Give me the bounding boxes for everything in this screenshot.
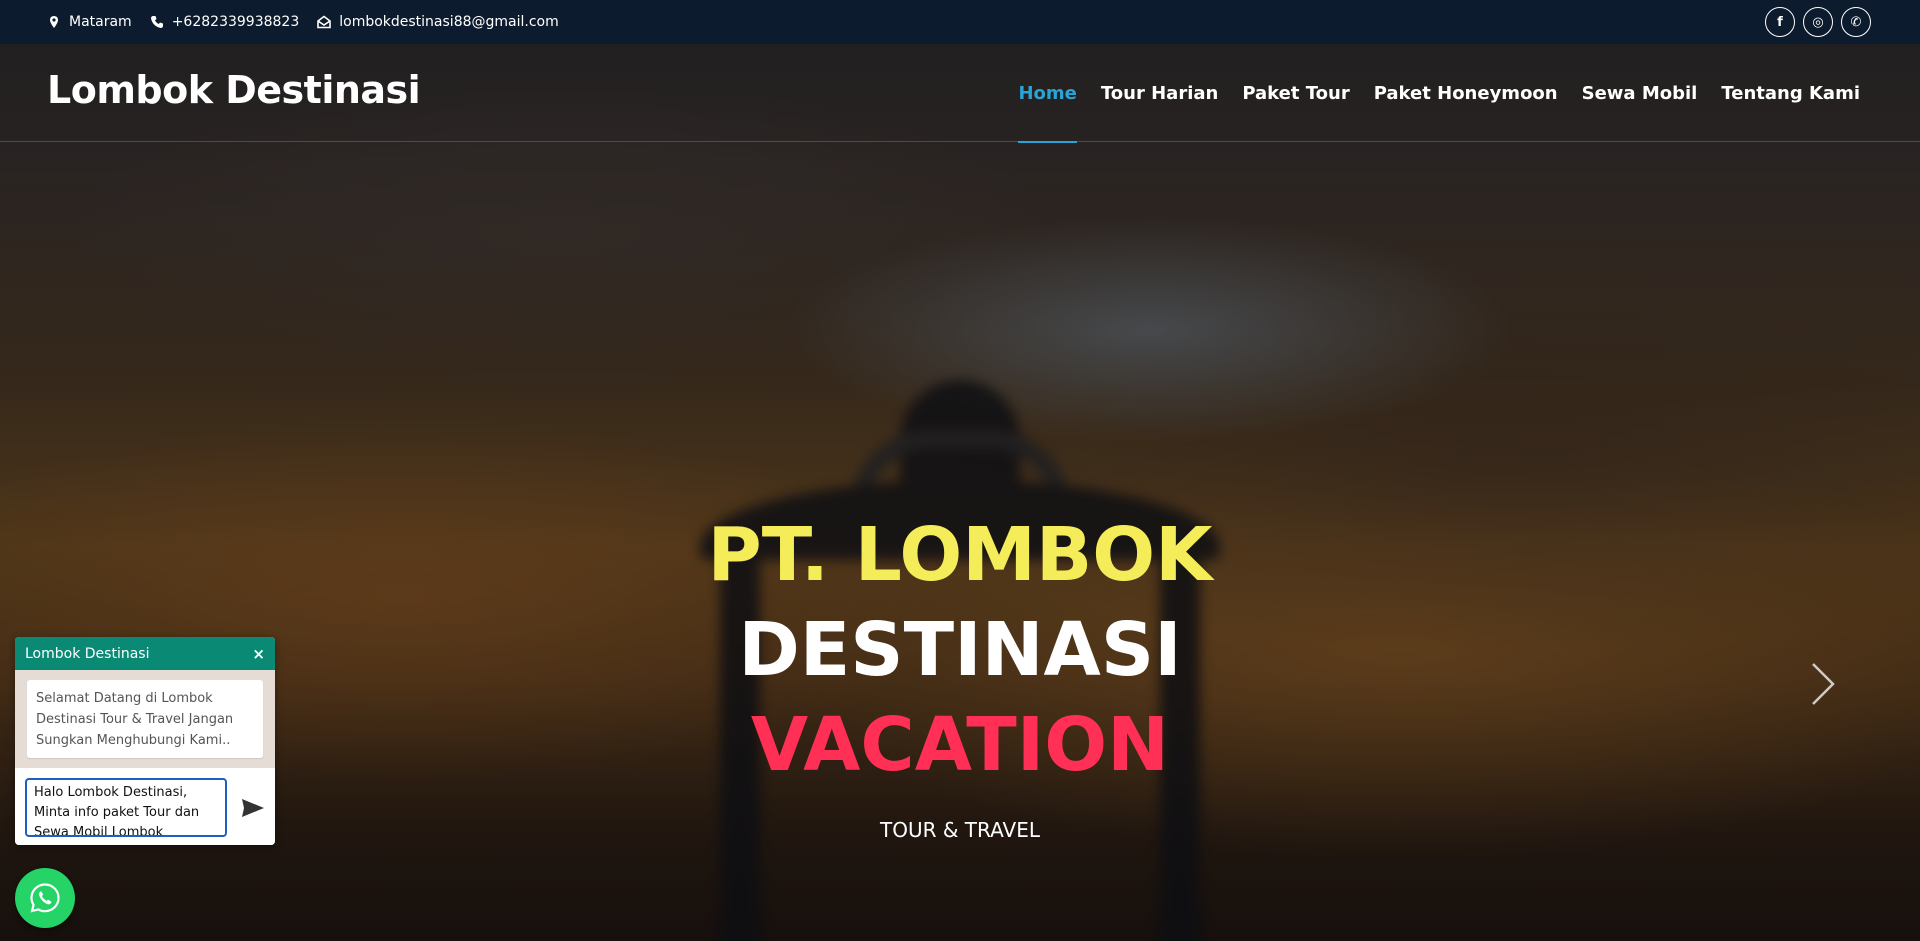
email-text[interactable]: lombokdestinasi88@gmail.com [339, 14, 559, 30]
nav-item-tour-harian[interactable]: Tour Harian [1089, 44, 1230, 142]
location-text: Mataram [69, 14, 132, 30]
nav-item-paket-tour[interactable]: Paket Tour [1230, 44, 1361, 142]
phone-icon [150, 16, 163, 28]
hero-title-line-2: DESTINASI [738, 607, 1182, 693]
whatsapp-float-button[interactable] [15, 868, 75, 928]
hero-subtitle: TOUR & TRAVEL [880, 818, 1040, 842]
nav-item-tentang-kami[interactable]: Tentang Kami [1709, 44, 1872, 142]
chat-title: Lombok Destinasi [25, 645, 150, 662]
hero-title-line-1: PT. LOMBOK [707, 512, 1213, 598]
email-item[interactable]: lombokdestinasi88@gmail.com [317, 14, 559, 30]
whatsapp-icon [30, 883, 60, 913]
nav-menu: Home Tour Harian Paket Tour Paket Honeym… [1006, 44, 1872, 143]
envelope-open-icon [317, 15, 332, 29]
chat-body: Selamat Datang di Lombok Destinasi Tour … [15, 670, 275, 768]
location-item: Mataram [47, 14, 132, 30]
map-pin-icon [50, 16, 58, 28]
main-navbar: Lombok Destinasi Home Tour Harian Paket … [0, 44, 1920, 143]
chat-header: Lombok Destinasi × [15, 637, 275, 670]
social-links: f ◎ ✆ [1765, 7, 1871, 37]
welcome-message: Selamat Datang di Lombok Destinasi Tour … [27, 680, 263, 758]
nav-item-home[interactable]: Home [1006, 44, 1088, 143]
whatsapp-icon[interactable]: ✆ [1841, 7, 1871, 37]
hero-title-line-3: VACATION [750, 702, 1170, 788]
top-bar: Mataram +6282339938823 lombokdestinasi88… [0, 0, 1920, 44]
nav-item-paket-honeymoon[interactable]: Paket Honeymoon [1362, 44, 1570, 142]
phone-item[interactable]: +6282339938823 [150, 14, 300, 30]
nav-item-sewa-mobil[interactable]: Sewa Mobil [1570, 44, 1710, 142]
facebook-icon[interactable]: f [1765, 7, 1795, 37]
phone-text[interactable]: +6282339938823 [172, 14, 300, 30]
whatsapp-chat-widget: Lombok Destinasi × Selamat Datang di Lom… [15, 637, 275, 845]
close-icon[interactable]: × [252, 645, 265, 663]
carousel-next-icon[interactable] [1805, 660, 1841, 708]
send-icon[interactable] [241, 798, 265, 818]
instagram-icon[interactable]: ◎ [1803, 7, 1833, 37]
chat-message-input[interactable]: Halo Lombok Destinasi, Minta info paket … [25, 778, 227, 837]
contact-info: Mataram +6282339938823 lombokdestinasi88… [47, 0, 559, 44]
site-logo[interactable]: Lombok Destinasi [47, 68, 421, 112]
chat-footer: Halo Lombok Destinasi, Minta info paket … [15, 768, 275, 845]
